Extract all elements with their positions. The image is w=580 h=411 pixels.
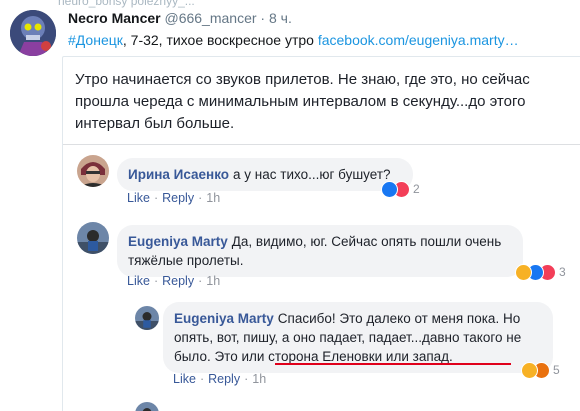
divider [63, 144, 580, 145]
comment-actions: Like · Reply · 1h [127, 191, 220, 205]
tweet-author-name[interactable]: Necro Mancer [68, 10, 161, 26]
comment-author[interactable]: Eugeniya Marty [174, 311, 274, 326]
skull-avatar-icon [10, 10, 56, 56]
comment-text: а у нас тихо...юг бушует? [233, 167, 391, 182]
separator-dot: · [153, 274, 159, 288]
user-photo-icon [135, 306, 159, 330]
avatar[interactable] [77, 222, 109, 254]
cropped-previous-text: neuro_bonsy poleznyy_... [58, 0, 195, 8]
tweet-body: , 7-32, тихое воскресное утро [122, 32, 318, 48]
avatar[interactable] [135, 306, 159, 330]
embedded-facebook-image[interactable]: Утро начинается со звуков прилетов. Не з… [62, 56, 580, 411]
external-link[interactable]: facebook.com/eugeniya.marty… [318, 32, 519, 48]
separator-dot: · [153, 191, 159, 205]
reaction-count: 2 [413, 182, 420, 196]
sad-reaction-icon [515, 263, 532, 281]
red-underline-annotation [275, 363, 511, 365]
comment-time[interactable]: 1h [206, 274, 220, 288]
comment-time[interactable]: 1h [252, 372, 266, 386]
comment-actions: Like · Reply · 1h [173, 372, 266, 386]
comment-author[interactable]: Eugeniya Marty [128, 234, 228, 249]
user-photo-icon [77, 155, 109, 187]
reaction-summary[interactable]: 5 [521, 361, 560, 379]
avatar[interactable] [77, 155, 109, 187]
avatar[interactable] [135, 402, 159, 411]
comment-bubble: Eugeniya Marty Да, видимо, юг. Сейчас опя… [117, 225, 523, 277]
comment-bubble: Ирина Исаенко а у нас тихо...юг бушует? [117, 158, 413, 191]
comment-author[interactable]: Ирина Исаенко [128, 167, 229, 182]
tweet-author-handle[interactable]: @666_mancer [164, 10, 256, 26]
separator-dot: · [198, 191, 203, 205]
reply-link[interactable]: Reply [162, 191, 194, 205]
reply-link[interactable]: Reply [162, 274, 194, 288]
like-reaction-icon [381, 180, 398, 198]
like-link[interactable]: Like [127, 191, 150, 205]
sad-reaction-icon [521, 361, 538, 379]
avatar[interactable] [10, 10, 56, 56]
separator-dot: · [260, 10, 266, 26]
separator-dot: · [244, 372, 249, 386]
tweet-header: Necro Mancer @666_mancer · 8 ч. [68, 10, 292, 26]
comment-time[interactable]: 1h [206, 191, 220, 205]
tweet-time[interactable]: 8 ч. [269, 10, 292, 26]
hashtag-link[interactable]: #Донецк [68, 32, 123, 48]
reaction-count: 3 [559, 265, 566, 279]
reply-link[interactable]: Reply [208, 372, 240, 386]
comment-actions: Like · Reply · 1h [127, 274, 220, 288]
separator-dot: · [199, 372, 205, 386]
like-link[interactable]: Like [173, 372, 196, 386]
user-photo-icon [77, 222, 109, 254]
post-text: Утро начинается со звуков прилетов. Не з… [75, 71, 530, 132]
separator-dot: · [198, 274, 203, 288]
like-link[interactable]: Like [127, 274, 150, 288]
user-photo-icon [135, 402, 159, 411]
tweet-text: #Донецк, 7-32, тихое воскресное утро fac… [68, 32, 519, 48]
reaction-summary[interactable]: 2 [381, 180, 420, 198]
reaction-summary[interactable]: 3 [515, 263, 566, 281]
reaction-count: 5 [553, 363, 560, 377]
